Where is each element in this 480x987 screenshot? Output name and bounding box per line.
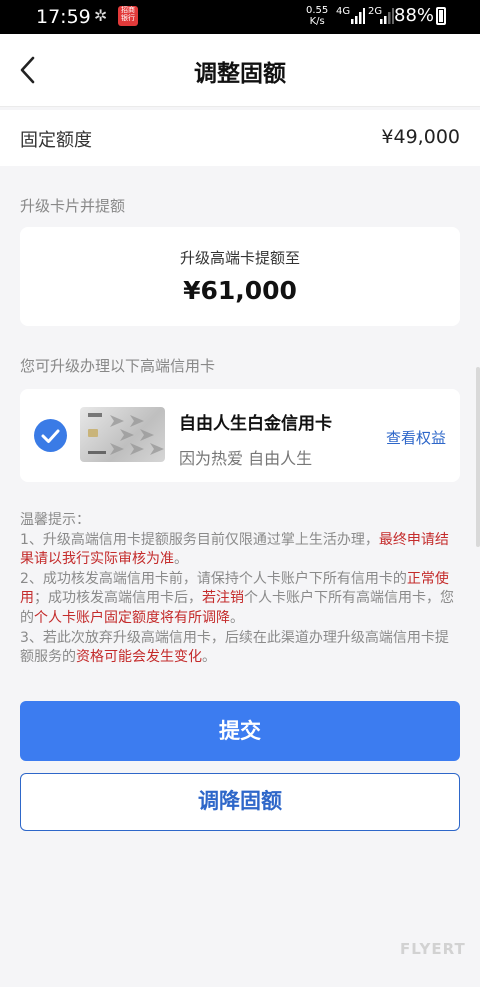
signal-icon — [380, 8, 394, 24]
fixed-quota-row: 固定额度 ¥49,000 — [0, 110, 480, 166]
app-notification-icon: 招商银行 — [118, 6, 138, 26]
navigation-bar: 调整固额 — [0, 34, 480, 107]
view-benefits-link[interactable]: 查看权益 — [386, 427, 446, 448]
tip-warning-text: 若注销 — [202, 590, 244, 607]
lower-quota-button[interactable]: 调降固额 — [20, 773, 460, 831]
network-4g-label: 4G — [336, 6, 351, 17]
tip-item-1: 1、升级高端信用卡提额服务目前仅限通过掌上生活办理，最终申请结果请以我行实际审核… — [20, 531, 456, 570]
tip-text: 。 — [230, 609, 244, 626]
tip-item-2: 2、成功核发高端信用卡前，请保持个人卡账户下所有信用卡的正常使用；成功核发高端信… — [20, 570, 456, 629]
selected-checkbox[interactable] — [34, 419, 67, 452]
card-pattern-icon — [88, 413, 164, 455]
tip-warning-text: 个人卡账户固定额度将有所调降 — [34, 609, 230, 626]
checkmark-icon — [41, 429, 60, 443]
card-name: 自由人生白金信用卡 — [179, 414, 332, 434]
tip-text: 。 — [174, 551, 188, 568]
tip-text: 。 — [202, 649, 216, 666]
submit-button[interactable]: 提交 — [20, 701, 460, 761]
page-title: 调整固额 — [194, 61, 286, 87]
tip-text: 2、成功核发高端信用卡前，请保持个人卡账户下所有信用卡的 — [20, 570, 407, 587]
tips-title: 温馨提示： — [20, 512, 90, 528]
upgrade-section-title: 升级卡片并提额 — [20, 197, 126, 215]
tip-warning-text: 资格可能会发生变化 — [76, 649, 202, 666]
scroll-indicator — [476, 367, 480, 547]
net-speed: 0.55 K/s — [306, 5, 328, 27]
watermark-logo: FLYERT — [400, 940, 466, 958]
tip-text: ；成功核发高端信用卡后， — [34, 590, 202, 607]
credit-card-image — [80, 407, 165, 462]
status-bar: 17:59 ✲ 招商银行 0.55 K/s 4G 2G 88% — [0, 0, 480, 34]
status-time: 17:59 — [36, 6, 91, 28]
credit-card-option[interactable]: 自由人生白金信用卡 因为热爱 自由人生 查看权益 — [20, 389, 460, 482]
card-section-title: 您可升级办理以下高端信用卡 — [20, 357, 216, 375]
card-slogan: 因为热爱 自由人生 — [179, 449, 313, 468]
signal-icon — [351, 8, 365, 24]
fixed-quota-label: 固定额度 — [20, 130, 92, 151]
net-speed-unit: K/s — [309, 16, 325, 27]
upgrade-subtitle: 升级高端卡提额至 — [179, 249, 300, 267]
fixed-quota-value: ¥49,000 — [381, 126, 460, 148]
tips-block: 温馨提示： 1、升级高端信用卡提额服务目前仅限通过掌上生活办理，最终申请结果请以… — [20, 511, 456, 668]
tip-text: 1、升级高端信用卡提额服务目前仅限通过掌上生活办理， — [20, 531, 379, 548]
net-speed-value: 0.55 — [306, 5, 329, 16]
upgrade-amount: ¥61,000 — [183, 276, 297, 305]
tip-item-3: 3、若此次放弃升级高端信用卡，后续在此渠道办理升级高端信用卡提额服务的资格可能会… — [20, 629, 456, 668]
battery-percent: 88% — [394, 5, 435, 26]
upgrade-amount-card: 升级高端卡提额至 ¥61,000 — [20, 227, 460, 326]
battery-icon — [436, 7, 446, 25]
settings-gear-icon: ✲ — [94, 6, 108, 25]
